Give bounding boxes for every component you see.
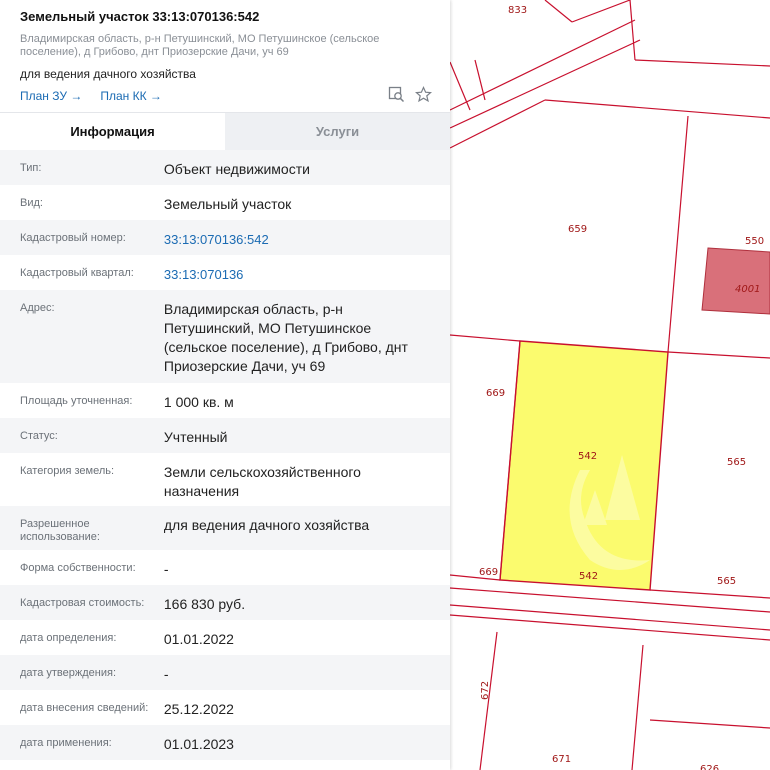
detail-row-permitted-use: Разрешенное использование: для ведения д…: [0, 506, 450, 550]
detail-label: дата утверждения:: [20, 667, 117, 679]
detail-value: 166 830 руб.: [163, 596, 246, 612]
tab-bar: Информация Услуги: [0, 112, 450, 150]
detail-row-approval-date: дата утверждения: -: [0, 655, 450, 690]
detail-value: Земли сельскохозяйственного назначения: [163, 464, 361, 499]
map-label: 542: [579, 571, 598, 582]
plan-links: План ЗУ → План КК →: [20, 89, 430, 103]
detail-label: Площадь уточненная:: [20, 395, 133, 407]
detail-row-status: Статус: Учтенный: [0, 418, 450, 453]
map-label: 565: [717, 576, 736, 587]
parcel-address: Владимирская область, р-н Петушинский, М…: [20, 33, 380, 58]
map-label: 565: [727, 457, 746, 468]
panel-header: Земельный участок 33:13:070136:542 Влади…: [0, 0, 450, 112]
detail-value: для ведения дачного хозяйства: [163, 517, 370, 533]
detail-label: дата применения:: [20, 737, 112, 749]
detail-value: Учтенный: [163, 429, 228, 445]
map-label: 626: [700, 764, 719, 770]
detail-row-determination-date: дата определения: 01.01.2022: [0, 620, 450, 655]
detail-row-land-category: Категория земель: Земли сельскохозяйстве…: [0, 453, 450, 506]
detail-label: Разрешенное использование:: [20, 518, 100, 543]
star-icon[interactable]: [414, 86, 433, 108]
map-label: 833: [508, 5, 527, 16]
map-label: 659: [568, 224, 587, 235]
map-search-icon[interactable]: [388, 86, 405, 108]
selected-parcel-542[interactable]: [499, 340, 669, 591]
map-label: 542: [578, 451, 597, 462]
detail-value: Земельный участок: [163, 196, 292, 212]
detail-value: 1 000 кв. м: [163, 394, 234, 410]
map-label: 671: [552, 754, 571, 765]
details-list: Тип: Объект недвижимости Вид: Земельный …: [0, 150, 450, 760]
detail-value: 01.01.2022: [163, 631, 234, 647]
detail-value: -: [163, 666, 169, 682]
info-panel: Земельный участок 33:13:070136:542 Влади…: [0, 0, 450, 770]
tab-information[interactable]: Информация: [0, 113, 225, 150]
detail-label: Кадастровый квартал:: [20, 267, 134, 279]
detail-value: -: [163, 561, 169, 577]
detail-label: Адрес:: [20, 302, 55, 314]
detail-label: Тип:: [20, 162, 42, 174]
tab-services[interactable]: Услуги: [225, 113, 450, 150]
building-4001[interactable]: [701, 247, 770, 315]
header-actions: [388, 86, 433, 108]
detail-value: 25.12.2022: [163, 701, 234, 717]
detail-value: Владимирская область, р-н Петушинский, М…: [163, 301, 408, 374]
parcel-title: Земельный участок 33:13:070136:542: [20, 9, 260, 24]
detail-label: Категория земель:: [20, 465, 115, 477]
detail-row-cadastral-value: Кадастровая стоимость: 166 830 руб.: [0, 585, 450, 620]
detail-label: дата определения:: [20, 632, 117, 644]
detail-row-entry-date: дата внесения сведений: 25.12.2022: [0, 690, 450, 725]
detail-row-address: Адрес: Владимирская область, р-н Петушин…: [0, 290, 450, 383]
detail-label: Статус:: [20, 430, 58, 442]
detail-row-kind: Вид: Земельный участок: [0, 185, 450, 220]
detail-value: Объект недвижимости: [163, 161, 310, 177]
detail-row-cadastral-number: Кадастровый номер: 33:13:070136:542: [0, 220, 450, 255]
plan-kk-link[interactable]: План КК →: [100, 89, 162, 103]
map-label: 669: [486, 388, 505, 399]
detail-row-type: Тип: Объект недвижимости: [0, 150, 450, 185]
detail-label: Форма собственности:: [20, 562, 136, 574]
parcel-use: для ведения дачного хозяйства: [20, 67, 196, 81]
map-label: 669: [479, 567, 498, 578]
detail-label: Вид:: [20, 197, 43, 209]
map-label: 672: [480, 681, 491, 700]
map-label: 4001: [735, 284, 760, 295]
detail-row-application-date: дата применения: 01.01.2023: [0, 725, 450, 760]
cadastral-quarter-link[interactable]: 33:13:070136: [164, 265, 430, 290]
detail-row-ownership: Форма собственности: -: [0, 550, 450, 585]
detail-value: 01.01.2023: [163, 736, 234, 752]
detail-row-cadastral-quarter: Кадастровый квартал: 33:13:070136: [0, 255, 450, 290]
detail-label: Кадастровый номер:: [20, 232, 126, 244]
detail-row-area: Площадь уточненная: 1 000 кв. м: [0, 383, 450, 418]
map-label: 550: [745, 236, 764, 247]
detail-label: дата внесения сведений:: [20, 702, 149, 714]
detail-label: Кадастровая стоимость:: [20, 597, 145, 609]
plan-zu-link[interactable]: План ЗУ →: [20, 89, 82, 103]
cadastral-number-link[interactable]: 33:13:070136:542: [164, 230, 430, 255]
